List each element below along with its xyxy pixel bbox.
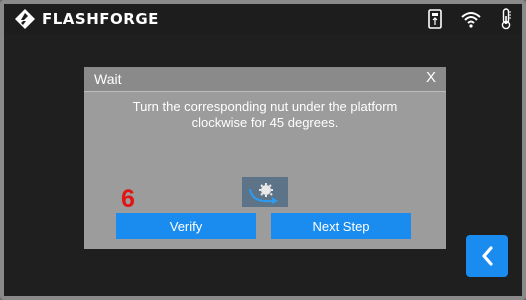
thermometer-icon bbox=[501, 8, 511, 30]
rotate-clockwise-icon bbox=[242, 177, 288, 207]
verify-button[interactable]: Verify bbox=[116, 213, 256, 239]
message-line-2: clockwise for 45 degrees. bbox=[191, 115, 339, 130]
back-button[interactable] bbox=[466, 235, 508, 277]
chevron-left-icon bbox=[482, 246, 493, 266]
usb-icon bbox=[428, 9, 442, 29]
top-status-bar: FLASHFORGE bbox=[4, 4, 522, 34]
flashforge-logo-icon bbox=[15, 9, 35, 29]
next-step-button[interactable]: Next Step bbox=[271, 213, 411, 239]
wait-dialog: Wait X Turn the corresponding nut under … bbox=[84, 67, 446, 249]
dialog-header: Wait X bbox=[84, 67, 446, 92]
dialog-title: Wait bbox=[94, 71, 122, 87]
status-icons bbox=[428, 8, 512, 30]
brand-name: FLASHFORGE bbox=[42, 10, 159, 28]
dialog-message: Turn the corresponding nut under the pla… bbox=[84, 99, 446, 131]
step-number: 6 bbox=[121, 185, 135, 213]
close-icon[interactable]: X bbox=[426, 69, 436, 86]
message-line-1: Turn the corresponding nut under the pla… bbox=[132, 99, 398, 114]
wifi-icon bbox=[461, 12, 481, 28]
